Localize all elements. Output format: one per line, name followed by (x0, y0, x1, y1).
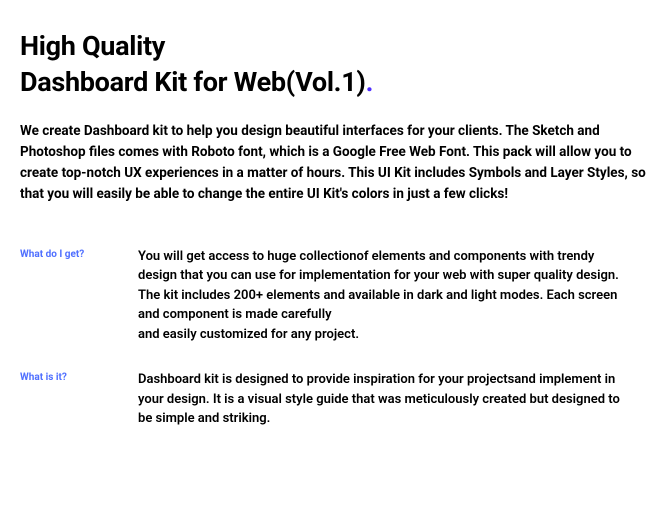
section-body: Dashboard kit is designed to provide ins… (138, 370, 652, 429)
section-what-is-it: What is it? Dashboard kit is designed to… (20, 370, 652, 429)
page-title: High Quality Dashboard Kit for Web(Vol.1… (20, 28, 652, 101)
section-body: You will get access to huge collectionof… (138, 247, 652, 345)
intro-paragraph: We create Dashboard kit to help you desi… (20, 121, 652, 205)
section-label: What is it? (20, 370, 138, 429)
title-line-2: Dashboard Kit for Web(Vol.1) (20, 66, 366, 98)
section-label: What do I get? (20, 247, 138, 345)
title-accent-dot: . (366, 66, 374, 98)
section-what-do-i-get: What do I get? You will get access to hu… (20, 247, 652, 345)
title-line-1: High Quality (20, 30, 165, 62)
